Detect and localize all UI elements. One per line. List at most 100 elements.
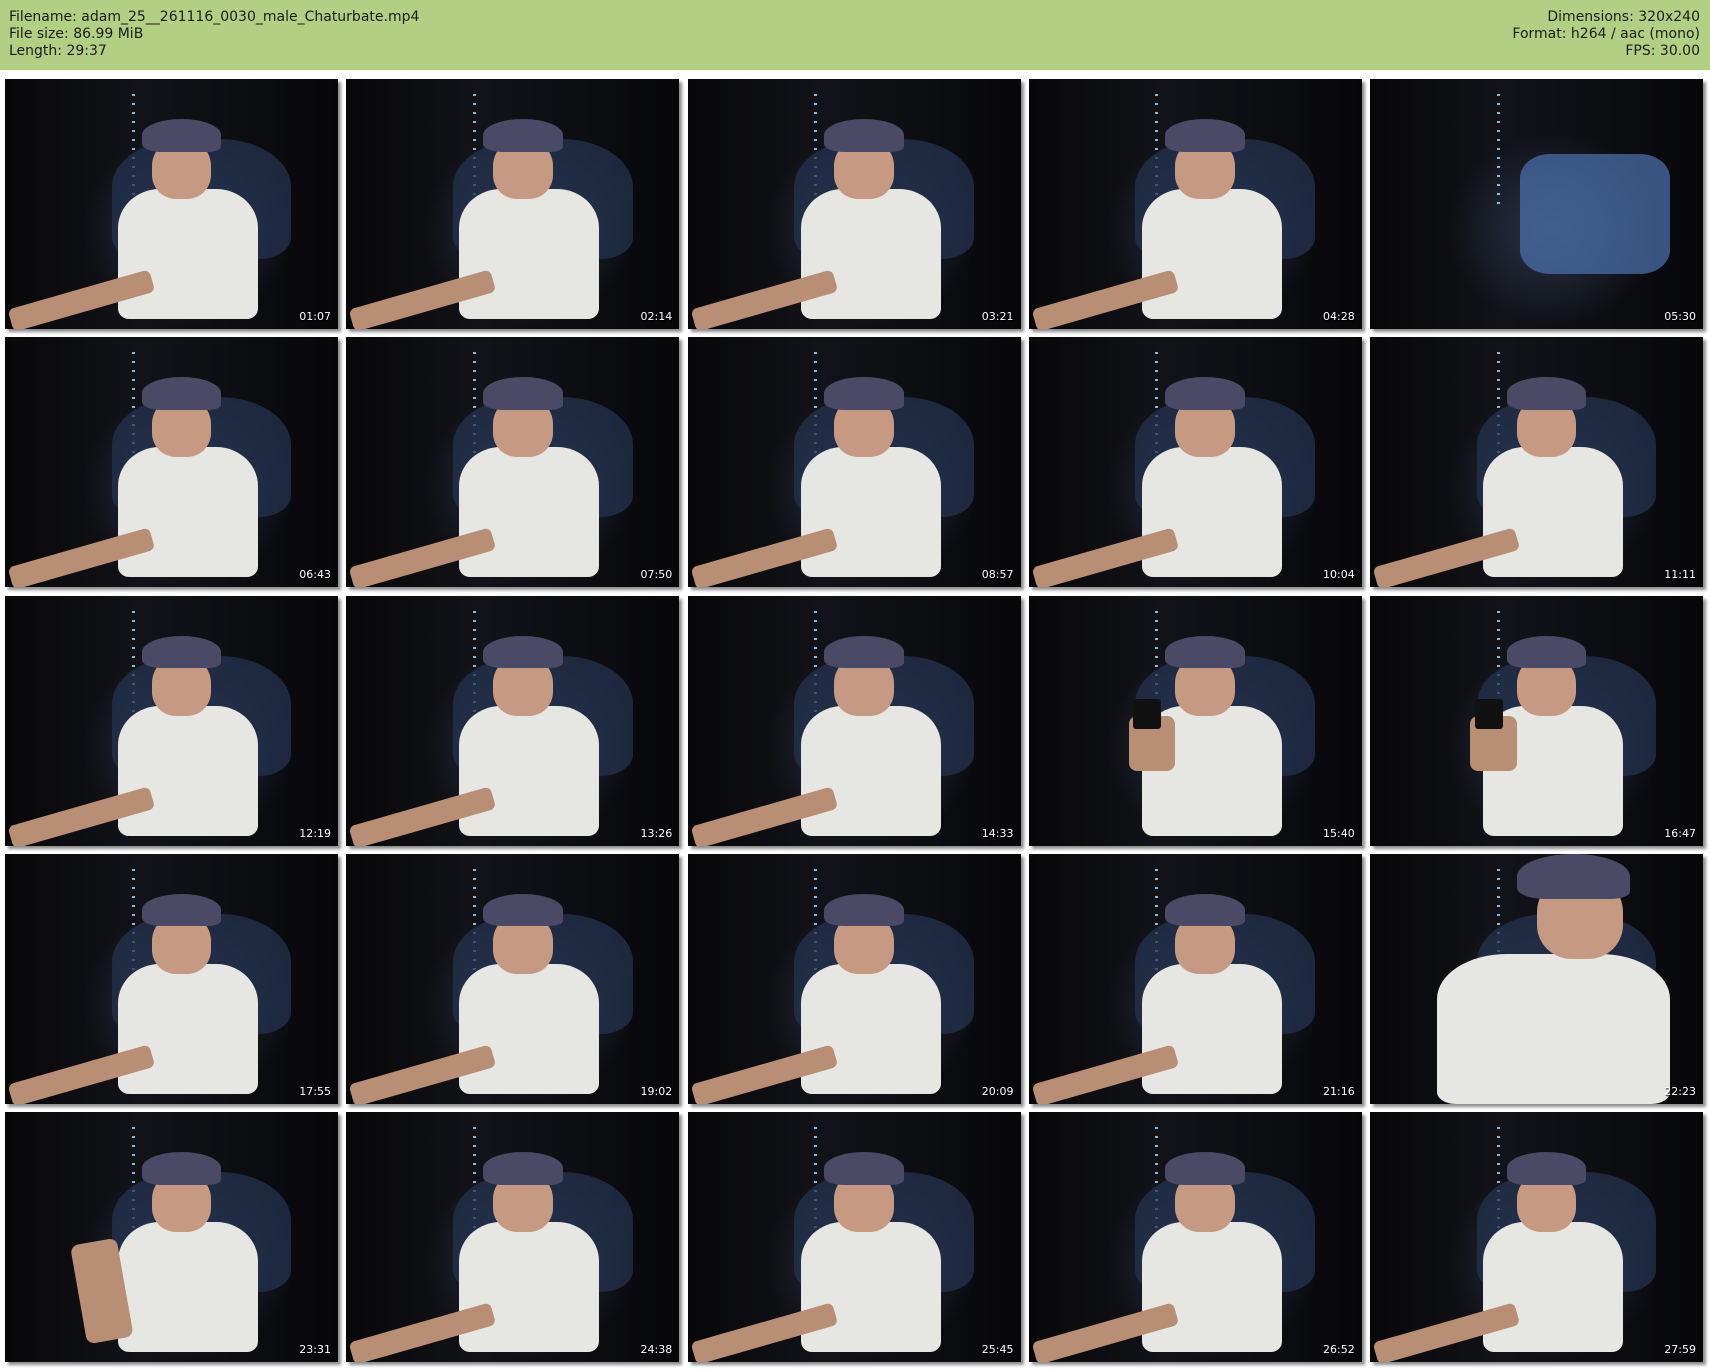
thumbnail-frame-image [1370, 1112, 1703, 1362]
thumbnail-frame-image [687, 337, 1021, 588]
frame-cap [141, 1152, 222, 1185]
thumbnail-timestamp: 03:21 [981, 310, 1014, 323]
video-thumbnail[interactable]: 07:50 [346, 337, 680, 588]
frame-shirt [1141, 1222, 1282, 1352]
file-info-right: Dimensions: 320x240 Format: h264 / aac (… [1512, 9, 1700, 60]
video-thumbnail[interactable]: 22:23 [1370, 853, 1703, 1104]
frame-shirt [800, 1222, 941, 1352]
thumbnail-timestamp: 12:19 [299, 826, 331, 840]
video-thumbnail[interactable]: 14:33 [687, 595, 1021, 846]
video-thumbnail[interactable]: 10:04 [1028, 337, 1362, 588]
video-thumbnail[interactable]: 15:40 [1028, 595, 1362, 846]
frame-cap [824, 377, 904, 410]
thumbnail-timestamp: 14:33 [981, 826, 1014, 840]
frame-shirt [1141, 447, 1282, 578]
thumbnail-frame-image [5, 853, 338, 1104]
thumbnail-frame-image [5, 79, 338, 329]
thumbnail-frame-image [1028, 79, 1362, 329]
frame-cap [824, 635, 904, 668]
frame-cap [1165, 377, 1246, 410]
thumbnail-timestamp: 27:59 [1664, 1343, 1696, 1356]
thumbnail-timestamp: 16:47 [1664, 826, 1696, 840]
thumbnail-frame-image [1028, 1112, 1362, 1362]
video-thumbnail[interactable]: 12:19 [5, 595, 338, 846]
video-thumbnail[interactable]: 04:28 [1028, 79, 1362, 329]
frame-arm [1469, 699, 1517, 771]
frame-shirt [459, 1222, 600, 1352]
frame-shirt [118, 963, 259, 1094]
video-thumbnail[interactable]: 08:57 [687, 337, 1021, 588]
video-thumbnail[interactable]: 06:43 [5, 337, 338, 588]
frame-cap [1165, 635, 1246, 668]
thumbnail-timestamp: 05:30 [1664, 310, 1696, 323]
video-thumbnail[interactable]: 26:52 [1028, 1112, 1362, 1362]
video-thumbnail[interactable]: 03:21 [687, 79, 1021, 329]
thumbnail-timestamp: 20:09 [981, 1084, 1014, 1098]
thumbnail-timestamp: 21:16 [1323, 1084, 1355, 1098]
video-thumbnail[interactable]: 24:38 [346, 1112, 680, 1362]
frame-cap [1516, 853, 1630, 899]
length-label: Length: 29:37 [9, 43, 107, 59]
frame-cap [1506, 377, 1587, 410]
thumbnail-timestamp: 11:11 [1664, 568, 1696, 582]
filesize-label: File size: 86.99 MiB [9, 26, 144, 42]
frame-shirt [459, 705, 600, 836]
thumbnail-timestamp: 04:28 [1323, 310, 1355, 323]
video-thumbnail[interactable]: 16:47 [1370, 595, 1703, 846]
thumbnail-timestamp: 24:38 [640, 1343, 673, 1356]
thumbnail-timestamp: 25:45 [981, 1343, 1014, 1356]
thumbnail-frame-image [1370, 853, 1703, 1104]
frame-lights [1496, 94, 1500, 207]
thumbnail-timestamp: 13:26 [640, 826, 673, 840]
frame-cap [1506, 1152, 1587, 1185]
video-thumbnail[interactable]: 23:31 [5, 1112, 338, 1362]
video-thumbnail[interactable]: 25:45 [687, 1112, 1021, 1362]
video-thumbnail[interactable]: 27:59 [1370, 1112, 1703, 1362]
video-thumbnail[interactable]: 01:07 [5, 79, 338, 329]
thumbnail-timestamp: 02:14 [640, 310, 673, 323]
thumbnail-frame-image [1028, 337, 1362, 588]
frame-cap [141, 893, 222, 927]
video-thumbnail[interactable]: 21:16 [1028, 853, 1362, 1104]
thumbnail-frame-image [346, 595, 680, 846]
thumbnail-frame-image [346, 1112, 680, 1362]
file-info-left: Filename: adam_25__261116_0030_male_Chat… [9, 9, 419, 60]
frame-cap [1506, 635, 1587, 668]
thumbnail-timestamp: 10:04 [1323, 568, 1355, 582]
frame-cap [482, 635, 563, 668]
frame-shirt [800, 963, 941, 1094]
thumbnail-frame-image [1028, 595, 1362, 846]
video-thumbnail[interactable]: 11:11 [1370, 337, 1703, 588]
video-thumbnail[interactable]: 19:02 [346, 853, 680, 1104]
thumbnail-frame-image [687, 853, 1021, 1104]
thumbnail-timestamp: 07:50 [640, 568, 673, 582]
thumbnail-grid: 01:07 02:14 03:21 04:28 05:30 06:43 07:50 08:57… [5, 79, 1707, 1366]
frame-shirt [1141, 963, 1282, 1094]
frame-arm [1128, 699, 1176, 771]
frame-cap [141, 119, 222, 152]
frame-shirt [800, 189, 941, 319]
frame-cap [482, 1152, 563, 1185]
frame-shirt [118, 705, 259, 836]
video-thumbnail[interactable]: 02:14 [346, 79, 680, 329]
frame-shirt [459, 447, 600, 578]
thumbnail-timestamp: 19:02 [640, 1084, 673, 1098]
thumbnail-frame-image [346, 853, 680, 1104]
frame-cap [1165, 1152, 1246, 1185]
video-thumbnail[interactable]: 20:09 [687, 853, 1021, 1104]
frame-shirt [459, 189, 600, 319]
thumbnail-frame-image [1028, 853, 1362, 1104]
thumbnail-frame-image [5, 595, 338, 846]
info-header: Filename: adam_25__261116_0030_male_Chat… [0, 0, 1710, 70]
frame-cap [824, 893, 904, 927]
thumbnail-timestamp: 01:07 [299, 310, 331, 323]
video-thumbnail[interactable]: 17:55 [5, 853, 338, 1104]
thumbnail-frame-image [1370, 595, 1703, 846]
frame-chair [1519, 154, 1670, 274]
frame-shirt [118, 447, 259, 578]
video-thumbnail[interactable]: 13:26 [346, 595, 680, 846]
format-label: Format: h264 / aac (mono) [1512, 26, 1700, 42]
frame-cap [1165, 893, 1246, 927]
thumbnail-timestamp: 08:57 [981, 568, 1014, 582]
video-thumbnail[interactable]: 05:30 [1370, 79, 1703, 329]
